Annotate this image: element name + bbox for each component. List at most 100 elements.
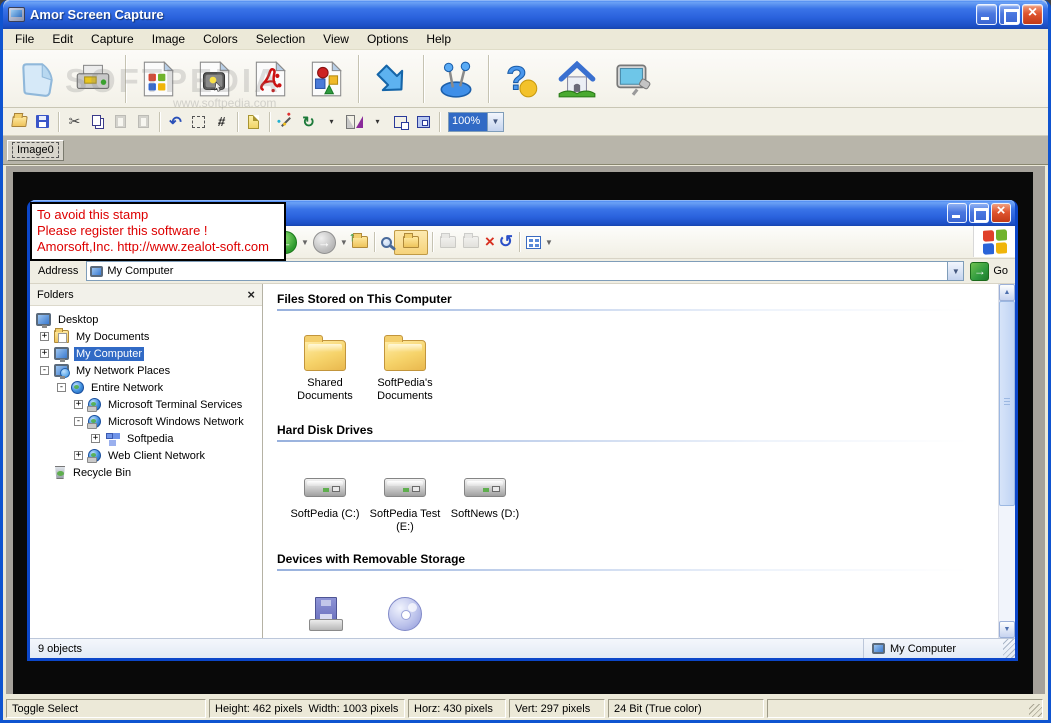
screen-capture-icon[interactable] (605, 53, 661, 105)
tree-item: - Entire Network (30, 379, 262, 396)
zoom-value: 100% (449, 112, 487, 131)
menu-item[interactable]: Selection (247, 30, 314, 48)
go-button: → (970, 261, 990, 281)
export-bmp-icon[interactable] (130, 53, 186, 105)
section-title: Hard Disk Drives (277, 423, 374, 437)
menu-item[interactable]: Capture (82, 30, 143, 48)
address-label: Address (38, 265, 79, 277)
save-icon[interactable] (31, 111, 54, 133)
explorer-content: Folders × Desktop + My Documents + My Co… (30, 284, 1015, 638)
file-item-label: Shared Documents (297, 377, 353, 402)
back-menu-icon: ▼ (301, 237, 309, 247)
scroll-thumb (999, 301, 1015, 506)
captured-image[interactable]: ← ▼ → ▼ ↑ × ↺ ▼ (13, 172, 1033, 694)
canvas-size-icon[interactable] (389, 111, 412, 133)
image-size-icon[interactable] (412, 111, 435, 133)
section-title: Files Stored on This Computer (277, 292, 452, 306)
file-item-icon (304, 335, 346, 371)
status-size: Height: 462 pixels Width: 1003 pixels (209, 699, 405, 718)
send-arrow-icon[interactable] (363, 53, 419, 105)
registration-stamp: To avoid this stamp Please register this… (30, 202, 286, 261)
toolbar-separator (423, 54, 424, 103)
undo-icon[interactable]: ↶ (164, 111, 187, 133)
menu-item[interactable]: File (6, 30, 43, 48)
flip-icon[interactable] (343, 111, 366, 133)
menu-item[interactable]: Help (417, 30, 460, 48)
capture-new-icon[interactable] (9, 53, 65, 105)
explorer-address-bar: Address My Computer ▼ → Go (30, 259, 1015, 284)
menu-item[interactable]: Options (358, 30, 417, 48)
crop-icon[interactable]: # (210, 111, 233, 133)
section-rule (277, 440, 970, 442)
home-icon[interactable] (549, 53, 605, 105)
toolbar-separator (519, 232, 521, 252)
folder-tree: Desktop + My Documents + My Computer - M… (30, 306, 262, 481)
menu-item[interactable]: View (314, 30, 358, 48)
status-location-label: My Computer (890, 642, 957, 655)
rotate-menu-icon[interactable]: ▾ (320, 111, 343, 133)
address-dropdown-icon: ▼ (947, 262, 964, 280)
undo-delete-icon: ↺ (498, 232, 514, 251)
file-item: 3½ Floppy (A:) (285, 587, 365, 638)
move-to-icon (437, 229, 460, 255)
copy-icon[interactable] (86, 111, 109, 133)
toolbar-separator (373, 232, 375, 252)
color-picker-icon[interactable] (274, 111, 297, 133)
tree-item: + Web Client Network (30, 447, 262, 464)
print-icon[interactable] (65, 53, 121, 105)
folders-panel-title: Folders (37, 288, 74, 301)
toolbar-separator (488, 54, 489, 103)
tree-item: - My Network Places (30, 362, 262, 379)
file-item-icon (384, 335, 426, 371)
explorer-resize-grip (1003, 639, 1015, 658)
help-icon[interactable]: ? (493, 53, 549, 105)
views-icon (524, 229, 543, 255)
status-vert: Vert: 297 pixels (509, 699, 605, 718)
stamp-line: Amorsoft,Inc. http://www.zealot-soft.com (37, 239, 269, 254)
select-icon[interactable] (187, 111, 210, 133)
export-pdf-icon[interactable] (242, 53, 298, 105)
file-item: SoftNews (D:) (445, 458, 525, 534)
menu-item[interactable]: Image (143, 30, 194, 48)
rotate-icon[interactable]: ↻ (297, 111, 320, 133)
close-button[interactable] (1022, 4, 1043, 25)
explorer-scrollbar: ▲ ▼ (998, 284, 1015, 638)
section-title: Devices with Removable Storage (277, 552, 466, 566)
minimize-button[interactable] (976, 4, 997, 25)
menu-item[interactable]: Colors (194, 30, 247, 48)
export-ico-icon[interactable] (298, 53, 354, 105)
explorer-close-button (991, 202, 1011, 223)
address-value: My Computer (107, 265, 174, 277)
app-titlebar[interactable]: Amor Screen Capture (3, 0, 1048, 29)
tree-item-icon (105, 432, 120, 445)
tree-item-icon (36, 313, 51, 328)
status-hint: Toggle Select (6, 699, 206, 718)
file-item-label: SoftPedia's Documents (377, 377, 433, 402)
menu-bar: File Edit Capture Image Colors Selection View O… (3, 29, 1048, 50)
tree-item-icon (54, 328, 69, 343)
pushpin-icon[interactable] (428, 53, 484, 105)
tree-item-label: Entire Network (91, 381, 164, 394)
zoom-combo[interactable]: 100% ▼ (448, 111, 504, 132)
app-resize-grip[interactable] (1029, 704, 1042, 717)
editor-canvas[interactable]: ← ▼ → ▼ ↑ × ↺ ▼ (6, 166, 1045, 694)
zoom-dropdown-icon[interactable]: ▼ (487, 112, 503, 131)
tab-image0[interactable]: Image0 (7, 139, 64, 161)
menu-item[interactable]: Edit (43, 30, 82, 48)
toolbar-separator (269, 111, 270, 132)
flip-menu-icon[interactable]: ▾ (366, 111, 389, 133)
export-capture-icon[interactable] (186, 53, 242, 105)
explorer-statusbar: 9 objects My Computer (30, 638, 1015, 658)
windows-logo (973, 226, 1015, 257)
tree-item: + Softpedia (30, 430, 262, 447)
file-item: Audio CD (F:) (365, 587, 445, 638)
maximize-button[interactable] (999, 4, 1020, 25)
cut-icon[interactable]: ✂ (63, 111, 86, 133)
page-icon[interactable] (242, 111, 265, 133)
file-item: Shared Documents (285, 327, 365, 403)
toolbar-separator (58, 111, 59, 132)
explorer-minimize-button (947, 203, 967, 223)
status-horz: Horz: 430 pixels (408, 699, 506, 718)
open-icon[interactable] (8, 111, 31, 133)
tree-item: Desktop (30, 311, 262, 328)
